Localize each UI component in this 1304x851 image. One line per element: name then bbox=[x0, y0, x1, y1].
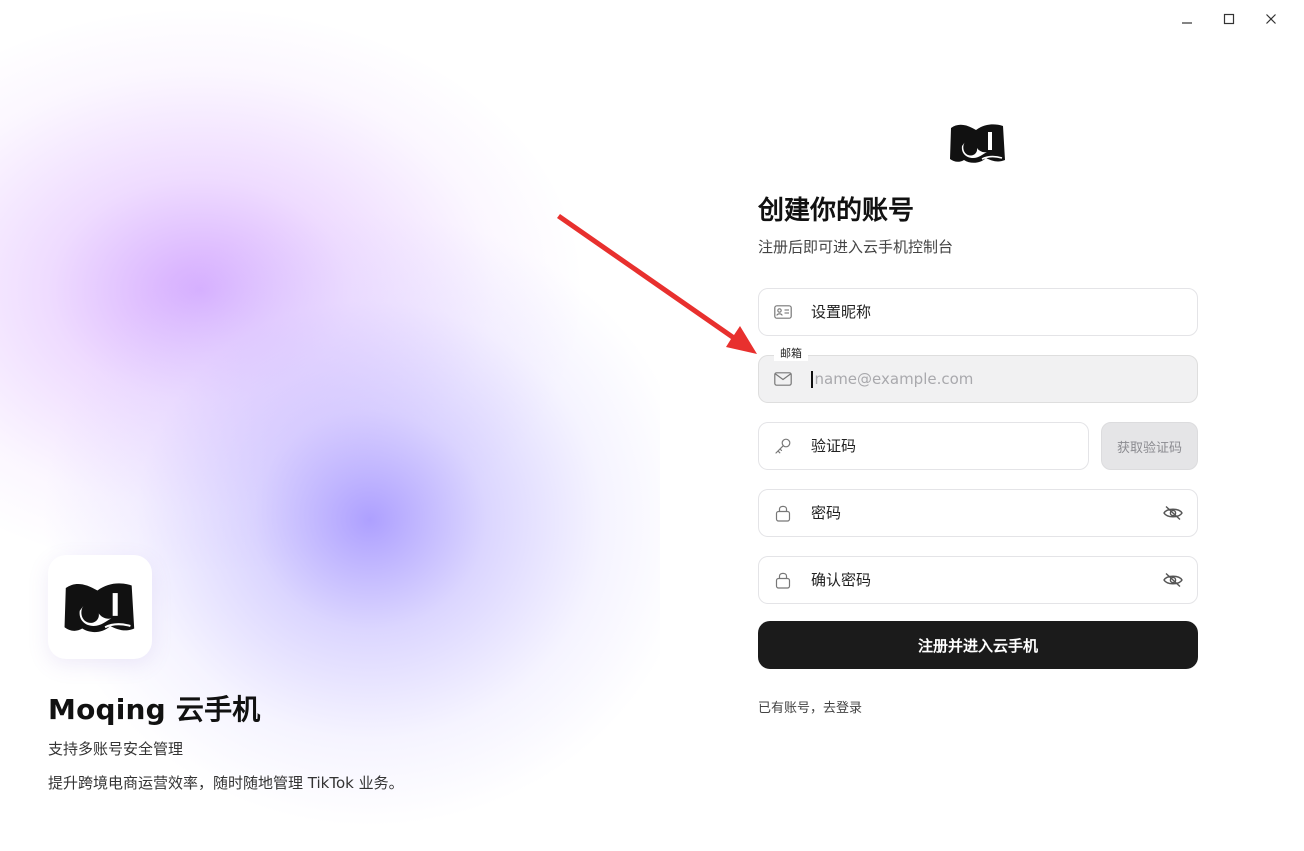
get-code-button[interactable]: 获取验证码 bbox=[1101, 422, 1198, 470]
close-icon bbox=[1266, 14, 1276, 24]
eye-off-icon bbox=[1163, 572, 1183, 588]
toggle-confirm-password-visibility[interactable] bbox=[1149, 572, 1197, 588]
verification-code-field bbox=[758, 422, 1089, 470]
violet-gradient-blob bbox=[40, 210, 660, 830]
window-controls bbox=[1166, 8, 1292, 30]
brand-description: 提升跨境电商运营效率，随时随地管理 TikTok 业务。 bbox=[48, 774, 404, 792]
email-field bbox=[758, 355, 1198, 403]
form-title: 创建你的账号 bbox=[758, 196, 915, 226]
confirm-password-field bbox=[758, 556, 1198, 604]
email-field-label: 邮箱 bbox=[774, 347, 808, 361]
eye-off-icon bbox=[1163, 505, 1183, 521]
verification-code-input[interactable] bbox=[807, 423, 1088, 469]
email-input[interactable] bbox=[812, 356, 1197, 402]
password-input[interactable] bbox=[807, 490, 1149, 536]
nickname-field bbox=[758, 288, 1198, 336]
login-link[interactable]: 已有账号，去登录 bbox=[758, 697, 862, 716]
key-icon bbox=[759, 437, 807, 455]
form-subtitle: 注册后即可进入云手机控制台 bbox=[758, 238, 954, 256]
brand-tagline: 支持多账号安全管理 bbox=[48, 740, 184, 758]
close-window-button[interactable] bbox=[1250, 8, 1292, 30]
maximize-icon bbox=[1223, 13, 1235, 25]
moqing-logo-icon bbox=[64, 583, 135, 633]
toggle-password-visibility[interactable] bbox=[1149, 505, 1197, 521]
lock-icon bbox=[759, 504, 807, 522]
minimize-button[interactable] bbox=[1166, 8, 1208, 30]
maximize-button[interactable] bbox=[1208, 8, 1250, 30]
mail-icon bbox=[759, 372, 807, 386]
nickname-input[interactable] bbox=[807, 289, 1197, 335]
brand-title: Moqing 云手机 bbox=[48, 693, 261, 726]
id-card-icon bbox=[759, 305, 807, 319]
header-logo bbox=[948, 120, 1008, 170]
minimize-icon bbox=[1182, 22, 1192, 24]
lock-icon bbox=[759, 571, 807, 589]
register-submit-button[interactable]: 注册并进入云手机 bbox=[758, 621, 1198, 669]
password-field bbox=[758, 489, 1198, 537]
confirm-password-input[interactable] bbox=[807, 557, 1149, 603]
app-icon-card bbox=[48, 555, 152, 659]
moqing-logo-icon bbox=[950, 124, 1005, 163]
